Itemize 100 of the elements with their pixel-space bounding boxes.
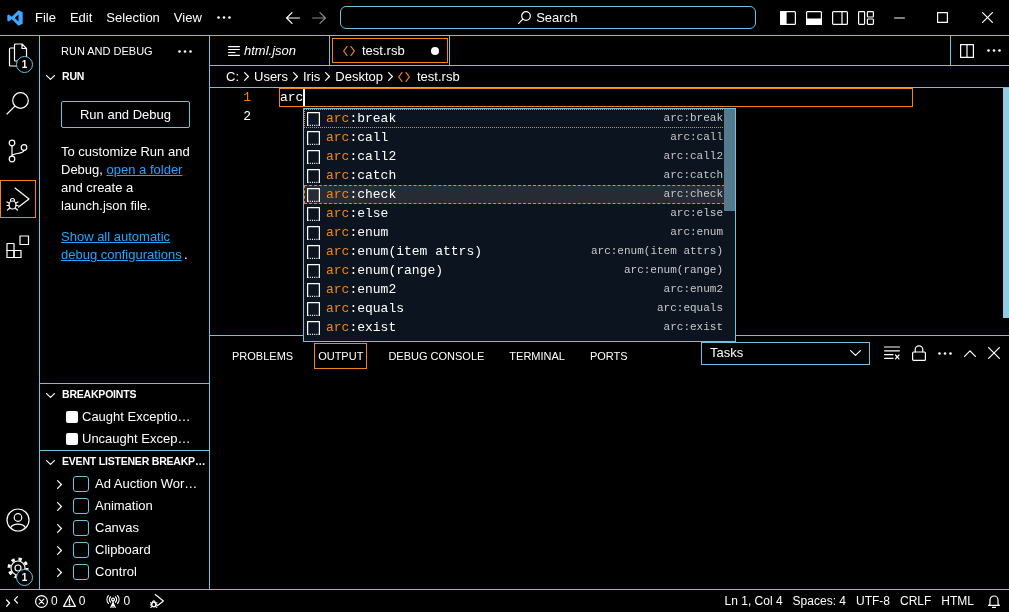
maximize-icon[interactable] <box>936 12 948 23</box>
clear-output-icon[interactable] <box>884 346 900 360</box>
checkbox[interactable] <box>66 433 78 445</box>
status-bar-item[interactable]: Ln 1, Col 4 <box>719 592 788 610</box>
command-center-search[interactable]: Search <box>339 6 756 29</box>
ports-status-item[interactable]: 0 <box>106 592 131 610</box>
checkbox[interactable] <box>73 498 89 514</box>
chevron-right-icon[interactable] <box>57 567 62 577</box>
play-bug-icon[interactable] <box>6 187 30 211</box>
event-label[interactable]: Canvas <box>95 518 140 538</box>
breadcrumb-item[interactable]: Users <box>254 66 288 87</box>
section-header[interactable]: EVENT LISTENER BREAKP… <box>62 454 206 470</box>
status-bar-item[interactable]: UTF-8 <box>851 592 895 610</box>
status-bar-item[interactable]: Spaces: 4 <box>787 592 851 610</box>
problems-status-item[interactable]: 0 0 <box>35 592 86 610</box>
event-label[interactable]: Ad Auction Wor… <box>95 474 198 494</box>
checkbox[interactable] <box>73 564 89 580</box>
chevron-right-icon[interactable] <box>57 545 62 555</box>
breadcrumb-item[interactable]: Iris <box>302 66 321 87</box>
left-pane-icon[interactable] <box>780 10 796 25</box>
chevron-down-icon[interactable] <box>46 459 55 465</box>
arrow-left-icon[interactable] <box>285 11 300 24</box>
suggestion-item[interactable]: arc:call arc:call <box>304 128 735 147</box>
checkbox[interactable] <box>73 476 89 492</box>
suggestion-label: arc:call2 <box>326 148 397 165</box>
panel-tab[interactable]: DEBUG CONSOLE <box>384 343 489 369</box>
run-and-debug-button[interactable] <box>0 180 36 218</box>
editor-tab[interactable]: html.json <box>210 36 330 65</box>
blocks-icon[interactable] <box>6 235 30 259</box>
section-header[interactable]: RUN <box>62 69 85 85</box>
close-icon[interactable] <box>981 12 993 23</box>
chevron-up-icon[interactable] <box>964 349 976 357</box>
breadcrumb-item[interactable]: C: <box>226 66 239 87</box>
chevron-right-icon[interactable] <box>57 479 62 489</box>
square-icon <box>307 206 320 221</box>
suggestion-item[interactable]: arc:else arc:else <box>304 204 735 223</box>
menu-item[interactable]: File <box>28 7 63 28</box>
suggestion-item[interactable]: arc:equals arc:equals <box>304 299 735 318</box>
lock-icon[interactable] <box>912 345 926 361</box>
play-bug-icon[interactable] <box>150 594 165 608</box>
close-icon[interactable] <box>988 347 1000 359</box>
minimize-icon[interactable] <box>893 16 905 19</box>
checkbox[interactable] <box>73 520 89 536</box>
settings-button[interactable]: 1 <box>0 549 36 587</box>
panel-tab[interactable]: OUTPUT <box>314 343 368 369</box>
status-bar-item[interactable]: CRLF <box>895 592 937 610</box>
run-and-debug-button[interactable]: Run and Debug <box>61 101 190 128</box>
more-icon[interactable] <box>938 351 952 355</box>
menu-item[interactable]: Edit <box>62 7 100 28</box>
suggestion-item[interactable]: arc:enum(item attrs) arc:enum(item attrs) <box>304 242 735 261</box>
person-circle-icon[interactable] <box>6 508 30 532</box>
menu-item[interactable]: Selection <box>99 7 167 28</box>
more-icon[interactable] <box>987 49 1001 52</box>
event-label[interactable]: Control <box>95 562 137 582</box>
section-header[interactable]: BREAKPOINTS <box>62 387 137 403</box>
scrollbar-thumb[interactable] <box>1003 88 1009 318</box>
chevron-right-icon[interactable] <box>57 523 62 533</box>
logo-icon[interactable] <box>7 9 23 26</box>
bottom-pane-icon[interactable] <box>806 10 822 25</box>
status-bar-item[interactable]: HTML <box>936 592 979 610</box>
more-icon[interactable] <box>178 49 192 53</box>
suggestion-item[interactable]: arc:exist arc:exist <box>304 318 735 337</box>
dot-icon[interactable] <box>431 46 439 55</box>
event-label[interactable]: Animation <box>95 496 153 516</box>
gear-icon[interactable] <box>6 556 30 580</box>
debug-configurations-link[interactable]: Show all automatic debug configurations <box>61 228 184 264</box>
suggestion-item[interactable]: arc:enum arc:enum <box>304 223 735 242</box>
menu-item[interactable]: View <box>166 7 209 28</box>
open-folder-link[interactable]: open a folder <box>106 162 183 177</box>
panel-tab[interactable]: PORTS <box>585 343 632 369</box>
suggestion-detail: arc:enum(item attrs) <box>590 244 723 260</box>
branch-icon[interactable] <box>6 139 30 163</box>
search-icon[interactable] <box>6 91 30 115</box>
suggestion-item[interactable]: arc:catch arc:catch <box>304 166 735 185</box>
remote-arrows-icon[interactable] <box>6 595 18 607</box>
editor-tab[interactable]: test.rsb <box>330 36 450 65</box>
suggestion-item[interactable]: arc:call2 arc:call2 <box>304 147 735 166</box>
output-channel-dropdown[interactable]: Tasks <box>701 341 870 365</box>
bell-icon[interactable] <box>988 594 1000 608</box>
split-editor-icon[interactable] <box>960 43 974 58</box>
chevron-down-icon[interactable] <box>46 74 55 80</box>
layout-grid-icon[interactable] <box>858 10 874 25</box>
panel-tab[interactable]: PROBLEMS <box>228 343 298 369</box>
explorer-button[interactable]: 1 <box>0 36 36 74</box>
panel-tab[interactable]: TERMINAL <box>505 343 569 369</box>
checkbox[interactable] <box>73 542 89 558</box>
breadcrumb-item[interactable]: test.rsb <box>398 66 460 87</box>
suggestion-item[interactable]: arc:enum(range) arc:enum(range) <box>304 261 735 280</box>
chevron-right-icon[interactable] <box>57 501 62 511</box>
breadcrumb-item[interactable]: Desktop <box>335 66 383 87</box>
antenna-icon <box>106 594 121 608</box>
chevron-down-icon[interactable] <box>46 392 55 398</box>
more-icon[interactable] <box>216 16 231 19</box>
suggestion-item[interactable]: arc:break arc:break <box>304 109 735 128</box>
scrollbar-thumb[interactable] <box>724 109 735 211</box>
event-label[interactable]: Clipboard <box>95 540 151 560</box>
files-icon[interactable] <box>6 43 30 67</box>
right-pane-icon[interactable] <box>832 10 848 25</box>
checkbox[interactable] <box>66 411 78 423</box>
suggestion-item[interactable]: arc:enum2 arc:enum2 <box>304 280 735 299</box>
